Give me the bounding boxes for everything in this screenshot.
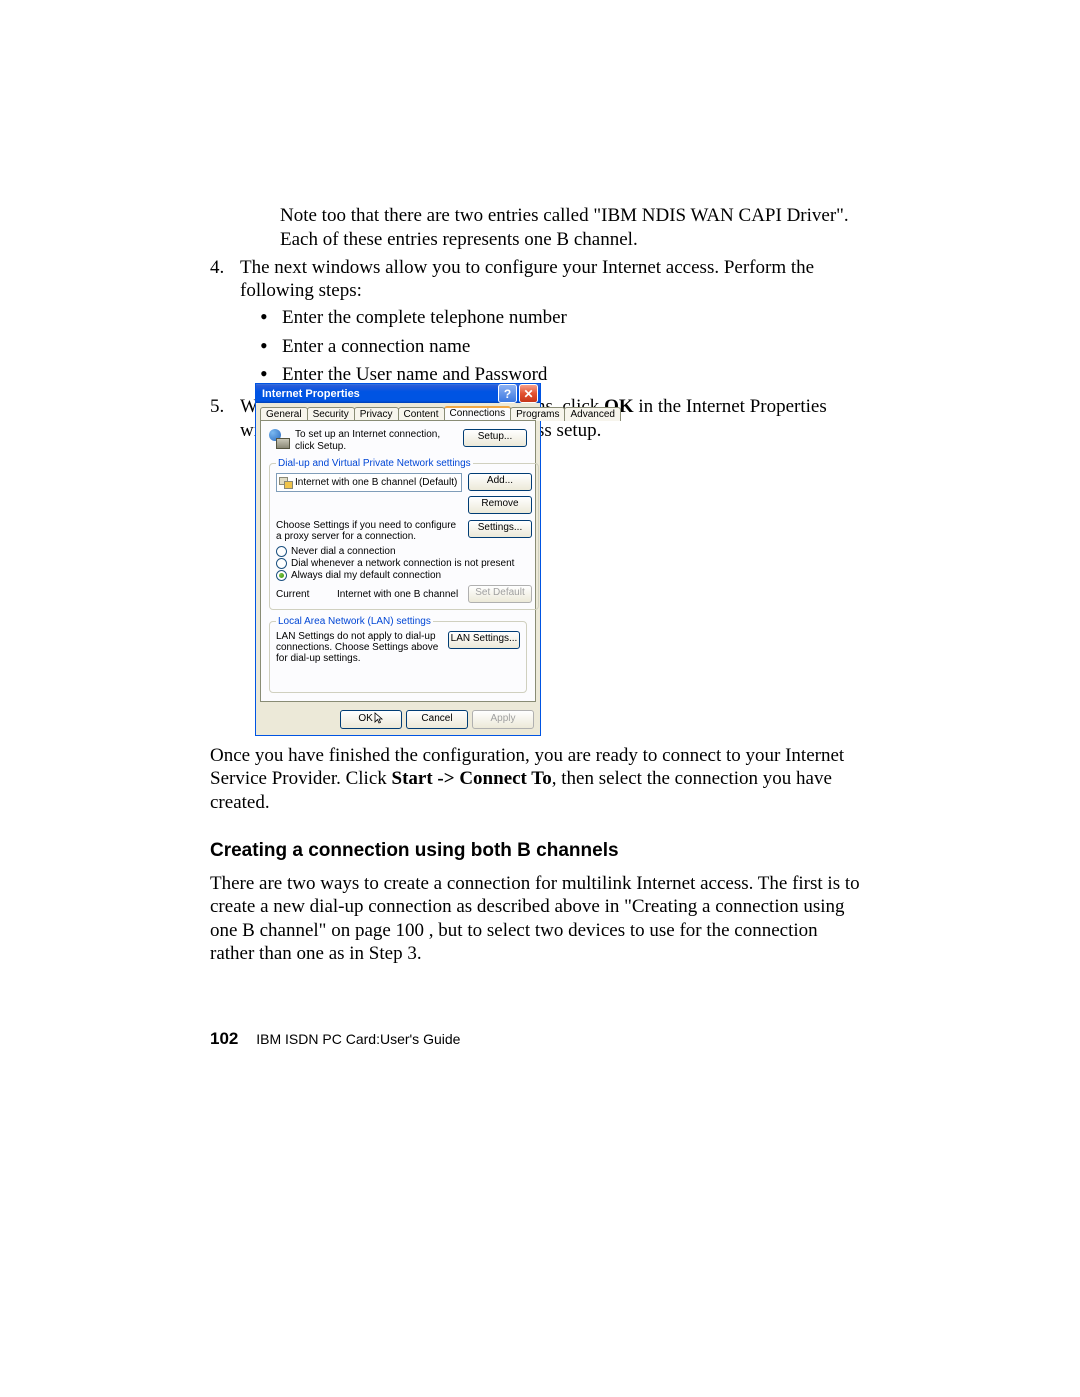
- titlebar[interactable]: Internet Properties ? ✕: [256, 384, 540, 403]
- ok-button[interactable]: OK: [340, 710, 402, 729]
- step4-number: 4.: [210, 256, 240, 304]
- footer-title: IBM ISDN PC Card:User's Guide: [256, 1031, 460, 1047]
- lan-fieldset: Local Area Network (LAN) settings LAN Se…: [269, 616, 527, 693]
- tab-general[interactable]: General: [260, 407, 308, 421]
- lan-settings-button[interactable]: LAN Settings...: [448, 631, 520, 649]
- tab-security[interactable]: Security: [307, 407, 355, 421]
- settings-button[interactable]: Settings...: [468, 520, 532, 538]
- page-footer: 102 IBM ISDN PC Card:User's Guide: [210, 1029, 460, 1049]
- connection-icon: [279, 477, 292, 488]
- help-icon[interactable]: ?: [498, 384, 517, 403]
- current-value: Internet with one B channel: [337, 589, 462, 600]
- lan-legend: Local Area Network (LAN) settings: [276, 616, 433, 627]
- proxy-text: Choose Settings if you need to configure…: [276, 520, 462, 542]
- tab-programs[interactable]: Programs: [510, 407, 565, 421]
- radio-dial-when-no-net[interactable]: Dial whenever a network connection is no…: [276, 558, 532, 569]
- after-p2: There are two ways to create a connectio…: [210, 872, 865, 965]
- after-p1: Once you have finished the configuration…: [210, 744, 865, 814]
- radio-never-dial[interactable]: Never dial a connection: [276, 546, 532, 557]
- lan-text: LAN Settings do not apply to dial-up con…: [276, 631, 442, 664]
- set-default-button[interactable]: Set Default: [468, 585, 532, 603]
- cursor-icon: [374, 712, 384, 724]
- dialup-fieldset: Dial-up and Virtual Private Network sett…: [269, 458, 539, 610]
- note-text: Note too that there are two entries call…: [210, 204, 865, 252]
- tabstrip: General Security Privacy Content Connect…: [256, 403, 540, 420]
- bullet-2: Enter a connection name: [282, 335, 470, 364]
- globe-icon: [269, 429, 289, 449]
- dialog-title: Internet Properties: [262, 388, 360, 400]
- page-number: 102: [210, 1029, 238, 1048]
- apply-button[interactable]: Apply: [472, 710, 534, 729]
- step4-text: The next windows allow you to configure …: [240, 256, 865, 304]
- connections-listbox[interactable]: Internet with one B channel (Default): [276, 473, 462, 492]
- dialup-legend: Dial-up and Virtual Private Network sett…: [276, 458, 473, 469]
- remove-button[interactable]: Remove: [468, 496, 532, 514]
- close-icon[interactable]: ✕: [519, 384, 538, 403]
- tab-privacy[interactable]: Privacy: [354, 407, 399, 421]
- current-label: Current: [276, 589, 331, 600]
- cancel-button[interactable]: Cancel: [406, 710, 468, 729]
- bullet-1: Enter the complete telephone number: [282, 306, 567, 335]
- tab-advanced[interactable]: Advanced: [564, 407, 620, 421]
- internet-properties-dialog: Internet Properties ? ✕ General Security…: [255, 383, 541, 736]
- radio-always-dial[interactable]: Always dial my default connection: [276, 570, 532, 581]
- add-button[interactable]: Add...: [468, 473, 532, 491]
- setup-text: To set up an Internet connection, click …: [295, 429, 457, 452]
- section-heading: Creating a connection using both B chann…: [210, 840, 865, 862]
- tab-connections[interactable]: Connections: [444, 406, 512, 420]
- step5-number: 5.: [210, 395, 240, 443]
- tab-content[interactable]: Content: [398, 407, 445, 421]
- setup-button[interactable]: Setup...: [463, 429, 527, 447]
- connection-list-item: Internet with one B channel (Default): [295, 477, 457, 488]
- bullet: •: [260, 332, 282, 361]
- bullet: •: [260, 303, 282, 332]
